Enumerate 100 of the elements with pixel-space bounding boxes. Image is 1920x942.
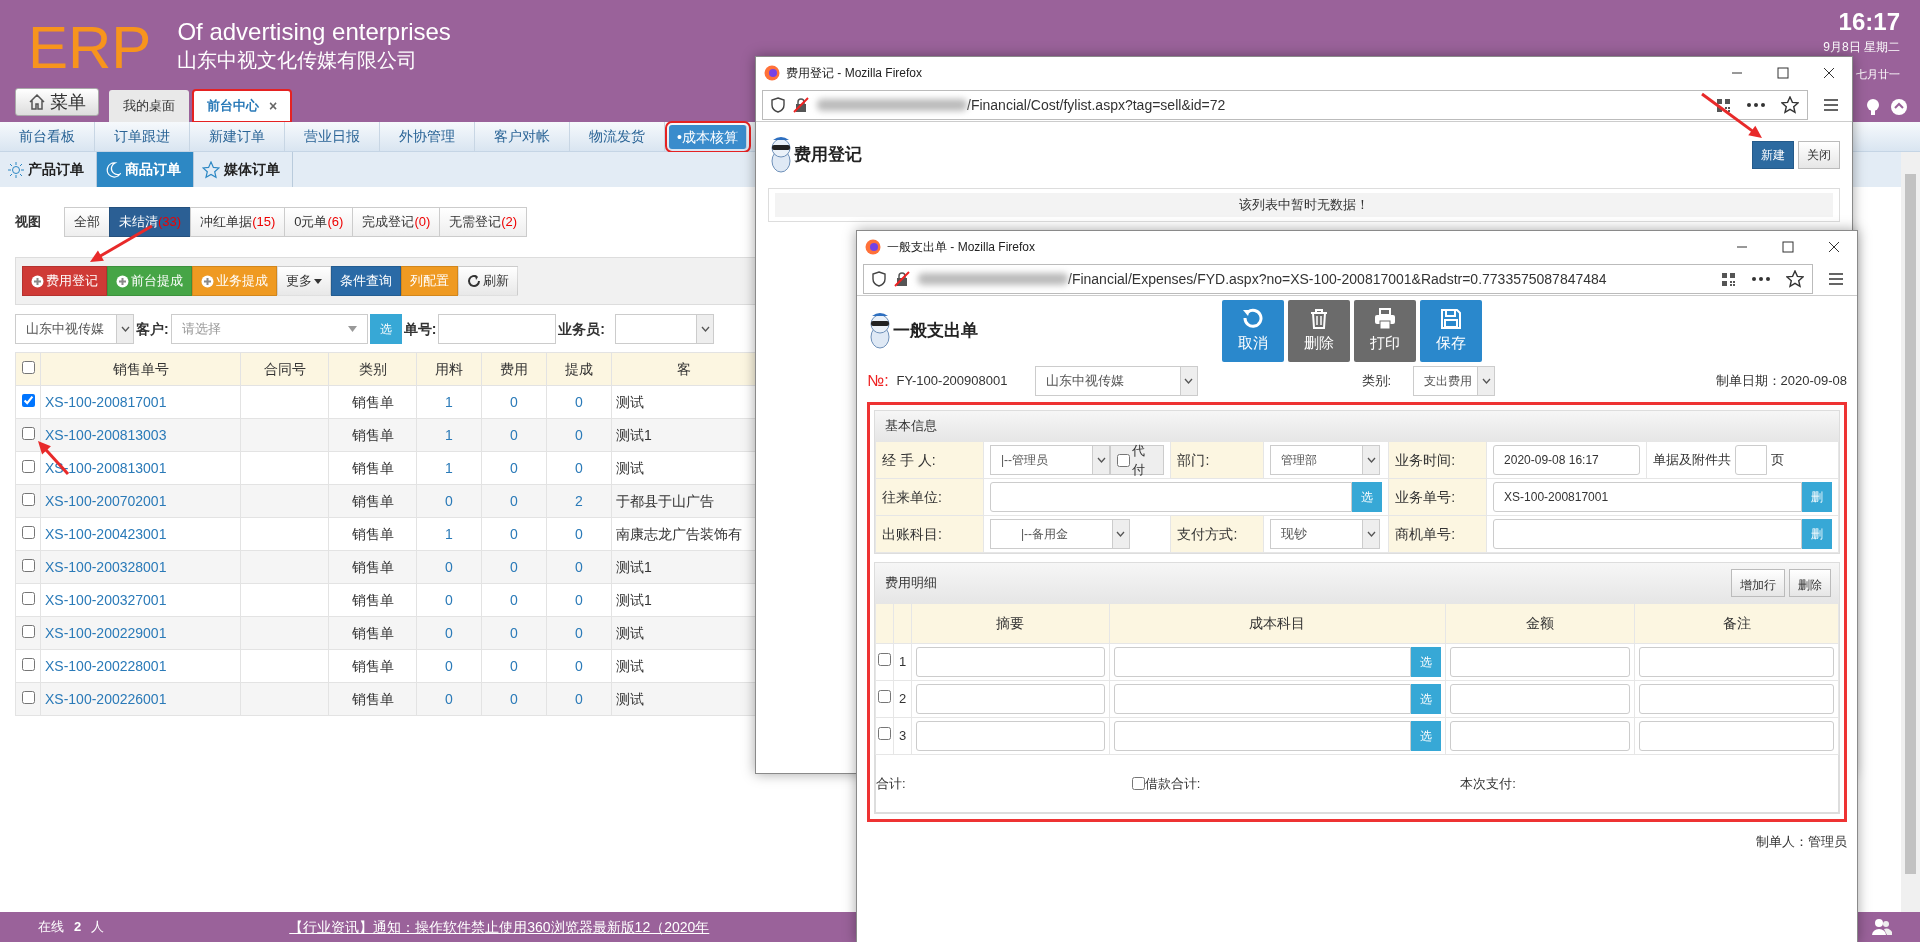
row-checkbox[interactable] xyxy=(878,653,891,667)
toolbar-button[interactable]: 更多 xyxy=(277,266,331,296)
row-checkbox[interactable] xyxy=(21,525,35,539)
order-link[interactable]: XS-100-200702001 xyxy=(40,484,241,518)
row-checkbox[interactable] xyxy=(21,558,35,572)
business-number-field[interactable]: XS-100-200817001 xyxy=(1493,482,1802,512)
order-link[interactable]: XS-100-200817001 xyxy=(40,385,241,419)
view-filter-button[interactable]: 全部 xyxy=(64,207,110,237)
summary-field[interactable] xyxy=(916,647,1105,677)
bookmark-star-icon[interactable] xyxy=(1781,96,1799,114)
view-filter-button[interactable]: 无需登记(2) xyxy=(439,207,528,237)
new-button[interactable]: 新建 xyxy=(1752,141,1794,169)
row-checkbox[interactable] xyxy=(21,426,35,440)
more-icon[interactable] xyxy=(1752,277,1770,281)
tab-label[interactable]: 前台中心 xyxy=(207,96,259,116)
subtab[interactable]: 商品订单 xyxy=(97,152,194,187)
panel-button[interactable]: 增加行 xyxy=(1731,569,1785,597)
view-filter-button[interactable]: 未结清(33) xyxy=(109,207,192,237)
menu-icon[interactable] xyxy=(1824,99,1838,111)
scroll-thumb[interactable] xyxy=(1905,174,1916,874)
department-select[interactable]: 管理部 xyxy=(1270,445,1381,475)
qr-code-icon[interactable] xyxy=(1721,271,1736,287)
view-filter-button[interactable]: 冲红单据(15) xyxy=(190,207,286,237)
address-bar[interactable]: /Financial/Cost/fylist.aspx?tag=sell&id=72 xyxy=(762,90,1808,120)
row-checkbox[interactable] xyxy=(21,393,35,407)
cost-item-field[interactable] xyxy=(1113,684,1411,714)
row-checkbox[interactable] xyxy=(21,690,35,704)
toolbar-button[interactable]: 刷新 xyxy=(458,266,518,296)
scrollbar[interactable] xyxy=(1901,152,1920,912)
row-checkbox[interactable] xyxy=(878,727,891,741)
amount-field[interactable] xyxy=(1449,647,1631,677)
payment-method-select[interactable]: 现钞 xyxy=(1270,519,1381,549)
amount-field[interactable] xyxy=(1449,684,1631,714)
menu-icon[interactable] xyxy=(1829,273,1843,285)
summary-field[interactable] xyxy=(916,684,1105,714)
order-link[interactable]: XS-100-200813003 xyxy=(40,418,241,452)
subtab[interactable]: 媒体订单 xyxy=(194,152,293,187)
amount-field[interactable] xyxy=(1449,721,1631,751)
toolbar-button[interactable]: 前台提成 xyxy=(107,266,192,296)
cost-item-field[interactable] xyxy=(1113,721,1411,751)
category-select[interactable]: 支出费用 xyxy=(1413,366,1496,396)
nav-tab[interactable]: 客户对帐 xyxy=(475,122,570,151)
remark-field[interactable] xyxy=(1639,647,1834,677)
row-checkbox[interactable] xyxy=(21,624,35,638)
select-all-checkbox[interactable] xyxy=(21,360,35,374)
close-button[interactable]: × xyxy=(269,95,278,117)
remark-field[interactable] xyxy=(1639,721,1834,751)
remark-field[interactable] xyxy=(1639,684,1834,714)
order-link[interactable]: XS-100-200228001 xyxy=(40,649,241,683)
order-link[interactable]: XS-100-200327001 xyxy=(40,583,241,617)
company-select[interactable]: 山东中视传媒 xyxy=(15,314,134,344)
nav-tab[interactable]: 订单跟进 xyxy=(95,122,190,151)
action-button[interactable]: 取消 xyxy=(1222,300,1284,362)
close-icon[interactable] xyxy=(1828,241,1840,253)
row-checkbox[interactable] xyxy=(21,591,35,605)
proxy-checkbox[interactable] xyxy=(1117,453,1131,467)
qr-code-icon[interactable] xyxy=(1716,97,1731,113)
bookmark-star-icon[interactable] xyxy=(1786,270,1804,288)
nav-tab[interactable]: 营业日报 xyxy=(285,122,380,151)
attachments-field[interactable] xyxy=(1735,445,1768,475)
order-link[interactable]: XS-100-200226001 xyxy=(40,682,241,716)
partner-field[interactable] xyxy=(989,482,1353,512)
row-checkbox[interactable] xyxy=(21,459,35,473)
menu-button[interactable]: 菜单 xyxy=(15,88,99,116)
summary-field[interactable] xyxy=(916,721,1105,751)
action-button[interactable]: 删除 xyxy=(1288,300,1350,362)
cost-item-field[interactable] xyxy=(1113,647,1411,677)
maximize-icon[interactable] xyxy=(1782,241,1794,253)
maximize-icon[interactable] xyxy=(1777,67,1789,79)
notice-link[interactable]: 【行业资讯】通知：操作软件禁止使用360浏览器最新版12（2020年 xyxy=(289,916,710,938)
nav-tab[interactable]: 前台看板 xyxy=(0,122,95,151)
row-checkbox[interactable] xyxy=(21,492,35,506)
action-button[interactable]: 保存 xyxy=(1420,300,1482,362)
nav-tab[interactable]: 新建订单 xyxy=(190,122,285,151)
more-icon[interactable] xyxy=(1747,103,1765,107)
company-select[interactable]: 山东中视传媒 xyxy=(1034,366,1198,396)
order-link[interactable]: XS-100-200328001 xyxy=(40,550,241,584)
address-bar[interactable]: /Financial/Expenses/FYD.aspx?no=XS-100-200817001&Radstr=0.7733575087847484 xyxy=(863,264,1813,294)
order-link[interactable]: XS-100-200423001 xyxy=(40,517,241,551)
order-number-field[interactable] xyxy=(438,314,557,344)
nav-tab[interactable]: 外协管理 xyxy=(380,122,475,151)
toolbar-button[interactable]: 费用登记 xyxy=(22,266,107,296)
row-checkbox[interactable] xyxy=(878,690,891,704)
close-button[interactable]: 关闭 xyxy=(1798,141,1840,169)
account-select[interactable]: |--备用金 xyxy=(989,519,1130,549)
tab-background[interactable]: 前台中心 × xyxy=(193,90,292,122)
customer-select[interactable]: 请选择 xyxy=(170,314,368,344)
view-filter-button[interactable]: 完成登记(0) xyxy=(352,207,441,237)
tab[interactable]: 我的桌面 xyxy=(109,90,189,122)
action-button[interactable]: 打印 xyxy=(1354,300,1416,362)
view-filter-button[interactable]: 0元单(6) xyxy=(284,207,354,237)
close-icon[interactable] xyxy=(1823,67,1835,79)
time-field[interactable]: 2020-09-08 16:17 xyxy=(1493,445,1641,475)
panel-button[interactable]: 删除 xyxy=(1789,569,1831,597)
row-checkbox[interactable] xyxy=(21,657,35,671)
order-link[interactable]: XS-100-200229001 xyxy=(40,616,241,650)
toolbar-button[interactable]: 条件查询 xyxy=(331,266,401,296)
loan-checkbox[interactable] xyxy=(1131,777,1145,790)
opportunity-number-field[interactable] xyxy=(1493,519,1802,549)
handler-select[interactable]: |--管理员 xyxy=(989,445,1111,475)
